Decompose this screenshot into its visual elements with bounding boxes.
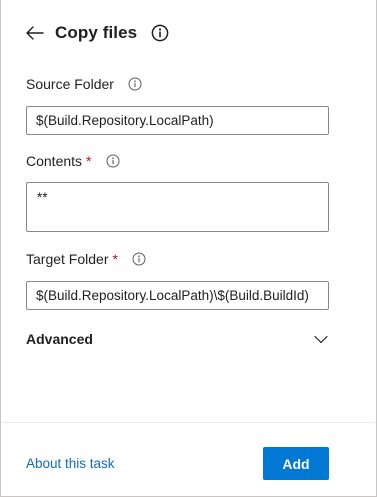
page-title: Copy files: [55, 23, 138, 42]
add-button[interactable]: Add: [263, 447, 329, 480]
source-folder-label: Source Folder: [26, 76, 114, 92]
target-folder-info-icon[interactable]: [132, 252, 147, 267]
contents-textarea[interactable]: **: [26, 182, 329, 232]
source-folder-input[interactable]: $(Build.Repository.LocalPath): [26, 106, 329, 135]
target-folder-input[interactable]: $(Build.Repository.LocalPath)\$(Build.Bu…: [26, 281, 329, 310]
about-this-task-link[interactable]: About this task: [26, 456, 115, 471]
advanced-section-toggle[interactable]: Advanced: [26, 328, 329, 350]
contents-label: Contents: [26, 153, 83, 169]
copy-files-task-panel: Copy files Source Folder $(Build.Reposit…: [0, 0, 377, 497]
chevron-down-icon[interactable]: [313, 331, 329, 347]
panel-header: Copy files: [25, 20, 169, 46]
required-marker: *: [112, 251, 118, 267]
target-folder-label-row: Target Folder *: [26, 251, 147, 267]
source-folder-info-icon[interactable]: [128, 77, 143, 92]
contents-info-icon[interactable]: [106, 154, 121, 169]
required-marker: *: [86, 153, 92, 169]
back-arrow-icon[interactable]: [25, 23, 45, 43]
footer-divider: [2, 422, 375, 423]
contents-label-row: Contents *: [26, 153, 121, 169]
info-icon[interactable]: [151, 24, 169, 42]
advanced-label: Advanced: [26, 331, 93, 347]
target-folder-label: Target Folder: [26, 251, 109, 267]
source-folder-label-row: Source Folder: [26, 76, 143, 92]
